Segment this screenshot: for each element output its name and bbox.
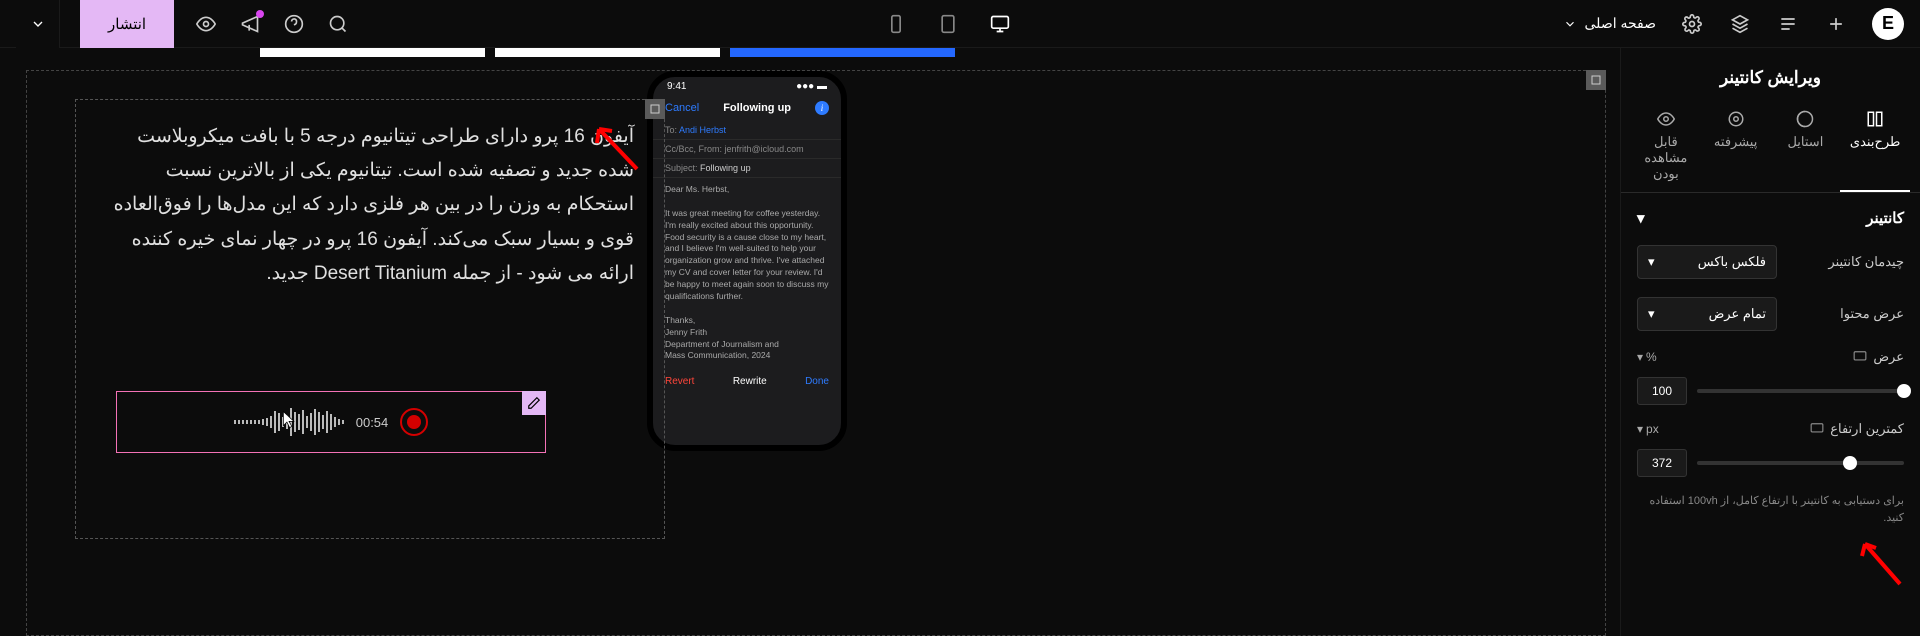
preview-icon[interactable] <box>194 12 218 36</box>
settings-icon[interactable] <box>1680 12 1704 36</box>
min-height-input[interactable]: 372 <box>1637 449 1687 477</box>
chevron-down-icon: ▾ <box>1648 254 1655 270</box>
audio-time: 00:54 <box>356 415 389 430</box>
waveform <box>234 408 344 436</box>
info-icon: i <box>815 101 829 115</box>
page-selector[interactable]: صفحه اصلی <box>1563 15 1656 32</box>
container-layout-label: چیدمان کانتینر <box>1828 254 1904 270</box>
width-unit-select[interactable]: % ▾ <box>1637 350 1657 364</box>
responsive-icon <box>1853 350 1867 364</box>
publish-options-button[interactable] <box>16 0 60 48</box>
outer-container[interactable]: 9:41●●● ▬ Cancel Following up i To: Andi… <box>26 70 1606 636</box>
min-height-unit-select[interactable]: px ▾ <box>1637 422 1659 436</box>
height-hint: برای دستیابی به کانتینر با ارتفاع کامل، … <box>1637 493 1904 526</box>
container-layout-select[interactable]: فلکس باکس ▾ <box>1637 245 1777 279</box>
text-widget[interactable]: آیفون 16 پرو دارای طراحی تیتانیوم درجه 5… <box>106 120 634 291</box>
record-button[interactable] <box>400 408 428 436</box>
container-handle[interactable] <box>1586 70 1606 90</box>
search-icon[interactable] <box>326 12 350 36</box>
phone-cancel: Cancel <box>665 102 699 114</box>
content-width-label: عرض محتوا <box>1840 306 1904 322</box>
section-container[interactable]: کانتینر ▾ <box>1637 209 1904 227</box>
edit-widget-button[interactable] <box>522 391 546 415</box>
page-title: صفحه اصلی <box>1585 15 1656 32</box>
min-height-label: کمترین ارتفاع <box>1810 421 1904 437</box>
phone-mockup: 9:41●●● ▬ Cancel Following up i To: Andi… <box>647 71 847 451</box>
min-height-slider[interactable] <box>1697 461 1904 465</box>
elementor-logo[interactable]: E <box>1872 8 1904 40</box>
content-width-select[interactable]: تمام عرض ▾ <box>1637 297 1777 331</box>
publish-button[interactable]: انتشار <box>80 0 174 48</box>
structure-icon[interactable] <box>1776 12 1800 36</box>
mobile-device-icon[interactable] <box>884 12 908 36</box>
tab-style[interactable]: استایل <box>1771 100 1841 192</box>
announcements-icon[interactable] <box>238 12 262 36</box>
chevron-down-icon: ▾ <box>1648 306 1655 322</box>
tablet-device-icon[interactable] <box>936 12 960 36</box>
tab-visibility[interactable]: قابل مشاهده بودن <box>1631 100 1701 192</box>
container-handle[interactable] <box>645 99 665 119</box>
layers-icon[interactable] <box>1728 12 1752 36</box>
desktop-device-icon[interactable] <box>988 12 1012 36</box>
help-icon[interactable] <box>282 12 306 36</box>
responsive-icon <box>1810 422 1824 436</box>
voice-recorder-widget[interactable]: 00:54 <box>116 391 546 453</box>
inner-container[interactable]: آیفون 16 پرو دارای طراحی تیتانیوم درجه 5… <box>75 99 665 539</box>
width-label: عرض <box>1853 349 1904 365</box>
panel-title: ویرایش کانتینر <box>1621 48 1920 100</box>
add-icon[interactable] <box>1824 12 1848 36</box>
caret-down-icon: ▾ <box>1637 209 1645 227</box>
top-tabs-decoration <box>260 48 955 59</box>
tab-layout[interactable]: طرح‌بندی <box>1840 100 1910 192</box>
tab-advanced[interactable]: پیشرفته <box>1701 100 1771 192</box>
width-input[interactable]: 100 <box>1637 377 1687 405</box>
width-slider[interactable] <box>1697 389 1904 393</box>
